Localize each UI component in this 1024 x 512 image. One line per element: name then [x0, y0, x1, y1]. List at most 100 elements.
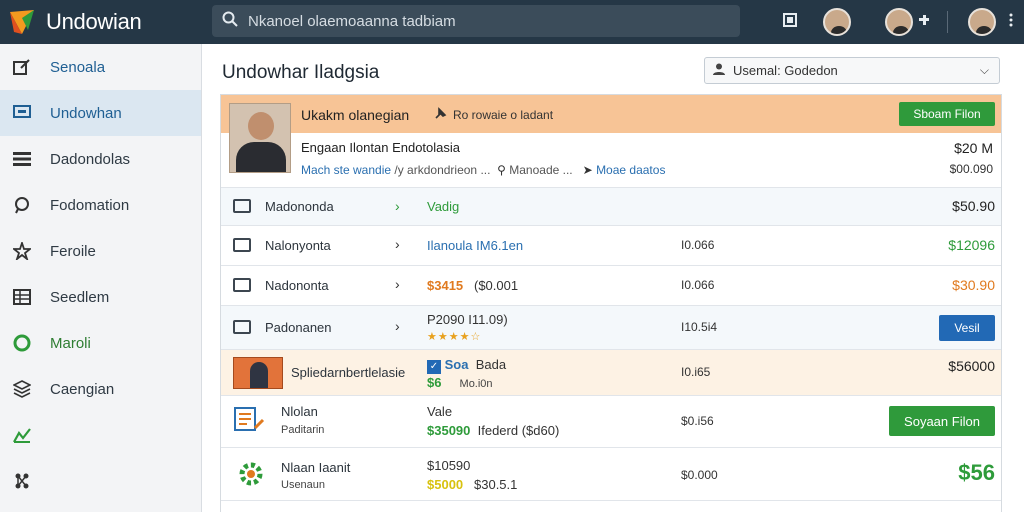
edit-icon — [12, 57, 32, 77]
table-row[interactable]: Nlaan Iaanit Usenaun $10590 $5000 $30.5.… — [221, 447, 1001, 501]
top-bar: Undowian Nkanoel olaemoaanna tadbiam — [0, 0, 1024, 44]
sidebar-item-seedlem[interactable]: Seedlem — [0, 274, 201, 320]
row-detail: $5000 $30.5.1 — [427, 477, 517, 492]
rating-stars: ★★★★☆ — [427, 331, 482, 343]
sidebar-item-network[interactable] — [0, 458, 201, 504]
table-row[interactable]: Madononda › Vadig $50.90 — [221, 187, 1001, 225]
sidebar-item-undowhan[interactable]: Undowhan — [0, 90, 201, 136]
window-icon[interactable] — [783, 12, 797, 32]
row-detail-b: Bada — [475, 357, 507, 372]
sidebar-item-fodomation[interactable]: Fodomation — [0, 182, 201, 228]
sidebar-item-maroli[interactable]: Maroli — [0, 320, 201, 366]
row-detail-top: Vale — [427, 404, 453, 419]
sidebar-item-feroile[interactable]: Feroile — [0, 228, 201, 274]
highlight-link[interactable]: Mach ste wandie — [301, 163, 391, 177]
table-row[interactable]: Spliedarnbertlelasie ✓ Soa Bada $6 Mo.i0… — [221, 349, 1001, 395]
chevron-right-icon: › — [395, 198, 400, 214]
document-icon — [233, 406, 265, 439]
row-reference: $0.000 — [681, 468, 718, 482]
highlight-amount-secondary: $00.090 — [949, 162, 993, 176]
row-reference: I10.5i4 — [681, 320, 718, 334]
row-name: Madononda — [265, 199, 334, 214]
row-detail: $3415 ($0.001 — [427, 278, 518, 293]
row-badge: Soa — [444, 357, 469, 372]
avatar[interactable] — [885, 8, 913, 36]
highlight-meta-text: /y arkdondrieon ... — [394, 163, 491, 177]
row-name: Nlaan Iaanit — [281, 460, 351, 475]
monitor-icon — [233, 238, 251, 252]
monitor-icon — [233, 278, 251, 292]
list-icon — [12, 149, 32, 169]
row-amount: $56 — [958, 460, 995, 485]
row-amount: $30.90 — [952, 277, 995, 293]
row-reference: I0.066 — [681, 238, 715, 252]
row-name: Spliedarnbertlelasie — [291, 365, 406, 380]
pin-icon — [433, 107, 447, 126]
highlight-title: Ukakm olanegian — [301, 107, 410, 123]
row-subtitle: Usenaun — [281, 479, 326, 491]
table-row[interactable]: Padonanen › P2090 I11.09) ★★★★☆ I10.5i4 … — [221, 305, 1001, 349]
avatar[interactable] — [968, 8, 996, 36]
highlight-description: Engaan Ilontan Endotolasia — [301, 140, 461, 155]
row-detail-value: $35090 — [427, 423, 471, 438]
row-detail: ✓ Soa Bada — [427, 357, 506, 374]
user-icon — [713, 63, 725, 78]
sidebar-item-dadondolas[interactable]: Dadondolas — [0, 136, 201, 182]
sidebar: Senoala Undowhan Dadondolas Fodomation F… — [0, 44, 202, 512]
network-icon — [12, 471, 32, 491]
grip-icon[interactable] — [1008, 12, 1014, 33]
monitor-icon — [12, 103, 32, 123]
app-logo[interactable]: Undowian — [0, 8, 200, 36]
chevron-right-icon: › — [395, 236, 400, 252]
action-button[interactable]: Soyaan Filon — [889, 406, 995, 436]
gear-icon — [235, 458, 267, 495]
view-button[interactable]: Vesil — [939, 315, 995, 341]
profile-photo — [229, 103, 291, 173]
puzzle-icon[interactable] — [917, 13, 931, 32]
row-detail-d: Mo.i0n — [459, 378, 493, 390]
row-reference: I0.i65 — [681, 365, 711, 379]
row-detail-extra: $30.5.1 — [474, 477, 518, 492]
highlight-more-link[interactable]: Moae daatos — [596, 163, 665, 177]
app-title: Undowian — [46, 9, 142, 34]
sidebar-item-label: Dadondolas — [50, 150, 131, 168]
row-detail-sub: $6 Mo.i0n — [427, 375, 493, 390]
logo-icon — [8, 8, 36, 36]
chat-icon — [12, 195, 32, 215]
row-detail: $35090 Ifederd ($d60) — [427, 423, 559, 438]
row-thumbnail — [233, 357, 283, 389]
table-row[interactable]: Nlolan Paditarin Vale $35090 Ifederd ($d… — [221, 395, 1001, 447]
account-select[interactable]: Usemal: Godedon ⌵ — [704, 57, 1000, 84]
row-detail: Ilanoula IM6.1en — [427, 238, 524, 253]
row-name: Nalonyonta — [265, 238, 331, 253]
table-row[interactable]: Nalonyonta › Ilanoula IM6.1en I0.066 $12… — [221, 225, 1001, 265]
sidebar-item-senoala[interactable]: Senoala — [0, 44, 201, 90]
avatar[interactable] — [823, 8, 851, 36]
check-icon: ✓ — [427, 360, 441, 374]
sidebar-item-label: Undowhan — [50, 104, 122, 122]
chevron-right-icon: › — [395, 276, 400, 292]
highlight-header[interactable]: Ukakm olanegian Ro rowaie o ladant Sboam… — [221, 95, 1001, 133]
search-icon — [222, 11, 238, 32]
grid-icon — [12, 287, 32, 307]
circle-check-icon — [12, 333, 32, 353]
sidebar-item-caengian[interactable]: Caengian — [0, 366, 201, 412]
row-detail-value: $3415 — [427, 278, 464, 293]
search-input[interactable]: Nkanoel olaemoaanna tadbiam — [212, 5, 740, 37]
row-status: Vadig — [427, 199, 460, 214]
row-detail-extra: ($0.001 — [474, 278, 519, 293]
table-row[interactable]: Nadononta › $3415 ($0.001 I0.066 $30.90 — [221, 265, 1001, 305]
divider — [947, 11, 948, 33]
monitor-icon — [233, 320, 251, 334]
sidebar-item-graph[interactable] — [0, 412, 201, 458]
star-icon — [12, 241, 32, 261]
highlight-amount: $20 M — [954, 140, 993, 156]
row-detail-value: $5000 — [427, 477, 464, 492]
row-detail-extra: Ifederd ($d60) — [477, 423, 560, 438]
page-title: Undowhar Iladgsia — [222, 62, 380, 83]
row-detail: P2090 I11.09) — [427, 312, 508, 327]
row-reference: I0.066 — [681, 278, 715, 292]
highlight-action-button[interactable]: Sboam Filon — [899, 102, 995, 126]
tag-icon: ➤ — [582, 163, 593, 177]
sidebar-item-label: Senoala — [50, 58, 106, 76]
